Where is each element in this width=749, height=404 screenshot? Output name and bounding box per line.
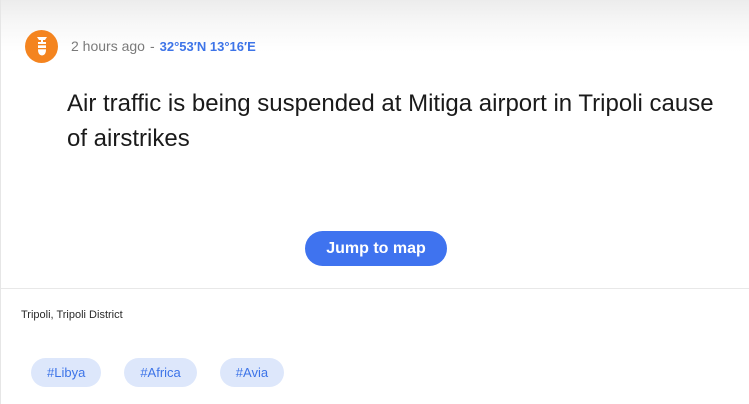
- divider: [1, 288, 749, 289]
- post-meta: 2 hours ago - 32°53′N 13°16′E: [25, 29, 256, 63]
- bomb-icon: [36, 37, 47, 56]
- tag-libya[interactable]: #Libya: [31, 358, 102, 387]
- coordinates-link[interactable]: 32°53′N 13°16′E: [160, 39, 256, 54]
- avatar: [25, 29, 58, 63]
- time-ago: 2 hours ago: [71, 38, 145, 54]
- jump-to-map-button[interactable]: Jump to map: [305, 231, 447, 266]
- news-card: 2 hours ago - 32°53′N 13°16′E Air traffi…: [0, 0, 749, 404]
- meta-text: 2 hours ago - 32°53′N 13°16′E: [71, 38, 256, 54]
- tag-list: #Libya #Africa #Avia: [31, 358, 307, 387]
- headline: Air traffic is being suspended at Mitiga…: [67, 90, 714, 152]
- tag-avia[interactable]: #Avia: [219, 358, 285, 387]
- location-label: Tripoli, Tripoli District: [21, 309, 123, 321]
- tag-africa[interactable]: #Africa: [124, 358, 197, 387]
- meta-separator: -: [149, 38, 155, 54]
